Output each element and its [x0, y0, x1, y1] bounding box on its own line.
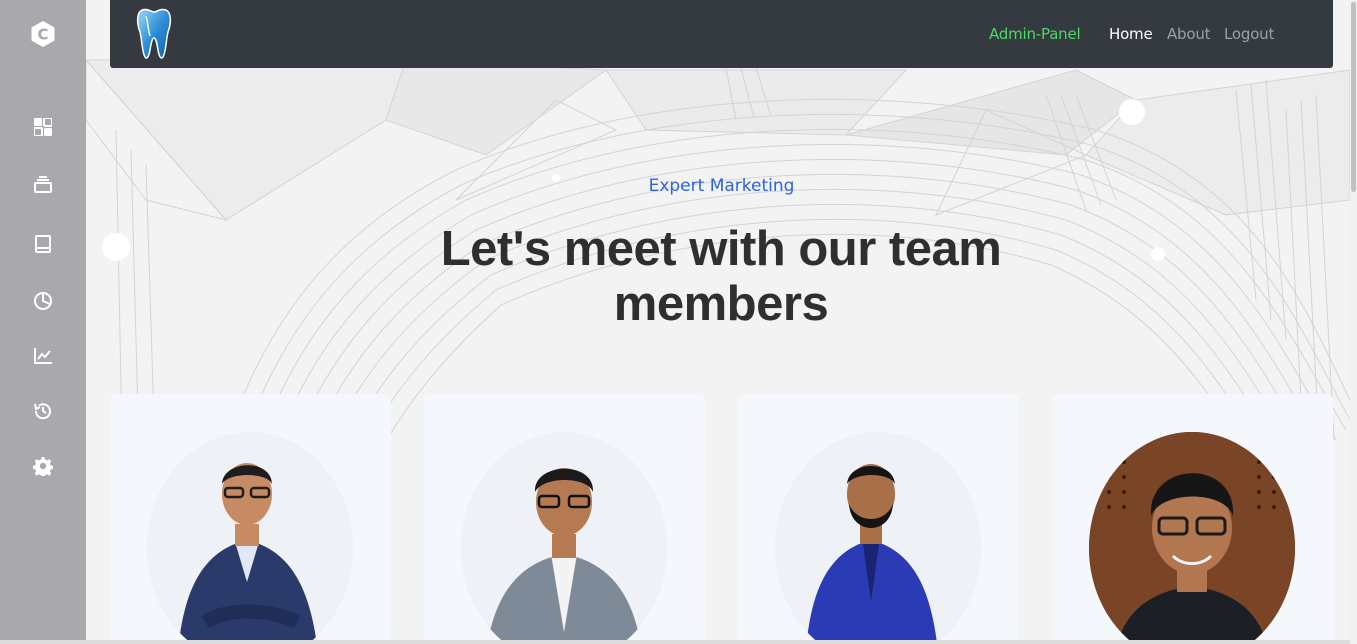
- settings-icon[interactable]: [32, 455, 54, 477]
- scrollbar-thumb[interactable]: [1351, 2, 1356, 192]
- history-icon[interactable]: [32, 400, 54, 422]
- team-member-card[interactable]: [738, 394, 1019, 644]
- page-scrollbar[interactable]: [1350, 0, 1357, 644]
- book-icon[interactable]: [32, 233, 54, 255]
- sidebar: C: [0, 0, 86, 644]
- team-member-photo: [147, 432, 353, 644]
- dashboard-icon[interactable]: [32, 116, 54, 138]
- nav-about-link[interactable]: About: [1167, 24, 1211, 44]
- team-member-photo: [775, 432, 981, 644]
- team-member-photo: [461, 432, 667, 644]
- section-headline: Let's meet with our team members: [440, 222, 1002, 331]
- app-logo-icon[interactable]: C: [29, 20, 57, 48]
- team-member-card[interactable]: [110, 394, 391, 644]
- horizontal-scrollbar[interactable]: [0, 640, 1350, 644]
- team-member-card[interactable]: [424, 394, 705, 644]
- line-chart-icon[interactable]: [32, 345, 54, 367]
- tooth-logo-icon[interactable]: [136, 8, 172, 60]
- nav-admin-panel-link[interactable]: Admin-Panel: [989, 24, 1081, 44]
- svg-text:C: C: [37, 26, 48, 44]
- nav-logout-link[interactable]: Logout: [1224, 24, 1274, 44]
- nav-home-link[interactable]: Home: [1109, 24, 1153, 44]
- top-navbar: Admin-Panel Home About Logout: [110, 0, 1333, 68]
- team-member-card[interactable]: [1052, 394, 1333, 644]
- section-subtitle: Expert Marketing: [648, 176, 795, 196]
- team-member-photo: [1089, 432, 1295, 644]
- layers-icon[interactable]: [32, 173, 54, 195]
- pie-chart-icon[interactable]: [32, 290, 54, 312]
